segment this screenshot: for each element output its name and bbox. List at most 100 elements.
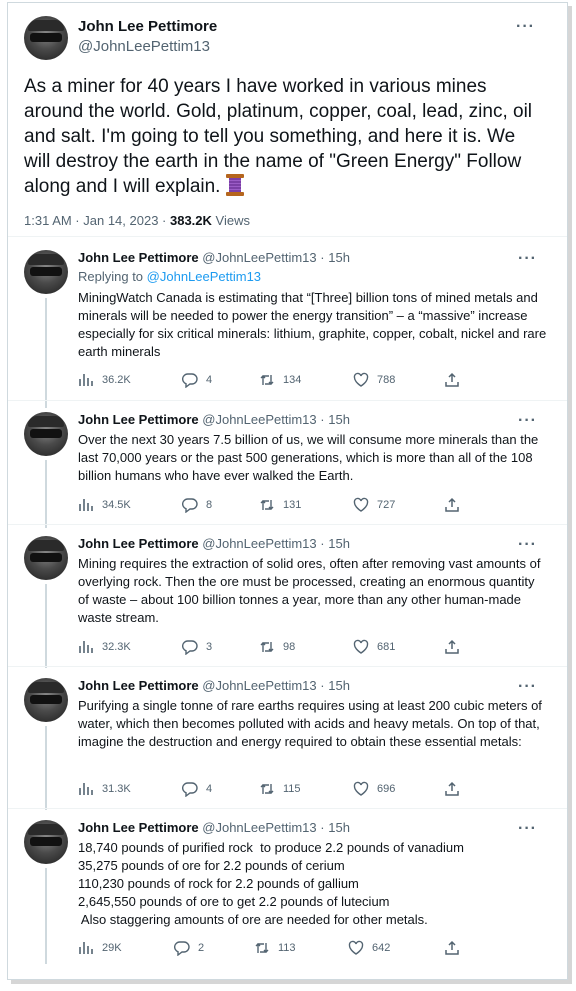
retweet-button[interactable]: 113 xyxy=(254,940,296,956)
author-name[interactable]: John Lee Pettimore xyxy=(78,412,199,427)
like-count: 642 xyxy=(372,942,391,954)
author-handle[interactable]: @JohnLeePettim13 xyxy=(202,820,316,835)
avatar[interactable] xyxy=(24,250,68,294)
like-button[interactable]: 788 xyxy=(353,372,395,388)
share-button[interactable] xyxy=(444,372,468,388)
retweet-count: 113 xyxy=(278,942,296,954)
author-handle[interactable]: @JohnLeePettim13 xyxy=(202,536,316,551)
replying-to-handle-link[interactable]: @JohnLeePettim13 xyxy=(147,269,261,284)
views-button[interactable]: 36.2K xyxy=(78,372,131,388)
heart-icon xyxy=(348,940,364,955)
thread-line xyxy=(45,584,47,668)
retweet-icon xyxy=(260,642,274,652)
avatar[interactable] xyxy=(24,536,68,580)
reply-icon xyxy=(182,498,198,513)
avatar[interactable] xyxy=(24,16,68,60)
reply-count: 3 xyxy=(206,641,213,653)
replying-to: Replying to @JohnLeePettim13 xyxy=(78,269,261,284)
more-options-icon[interactable]: ··· xyxy=(518,412,537,430)
views-button[interactable]: 34.5K xyxy=(78,497,131,513)
author-handle[interactable]: @JohnLeePettim13 xyxy=(202,412,316,427)
reply-time[interactable]: 15h xyxy=(328,250,350,265)
share-button[interactable] xyxy=(444,639,468,655)
avatar[interactable] xyxy=(24,412,68,456)
retweet-button[interactable]: 115 xyxy=(259,781,301,797)
author-name[interactable]: John Lee Pettimore xyxy=(78,18,217,35)
views-button[interactable]: 31.3K xyxy=(78,781,131,797)
analytics-icon xyxy=(79,641,93,653)
retweet-button[interactable]: 98 xyxy=(259,639,295,655)
author-name[interactable]: John Lee Pettimore xyxy=(78,678,199,693)
author-name[interactable]: John Lee Pettimore xyxy=(78,536,199,551)
retweet-icon xyxy=(260,375,274,385)
reply-time[interactable]: 15h xyxy=(328,536,350,551)
action-bar: 29K 2 113 642 xyxy=(78,940,538,958)
share-button[interactable] xyxy=(444,497,468,513)
more-options-icon[interactable]: ··· xyxy=(518,678,537,696)
avatar[interactable] xyxy=(24,820,68,864)
like-count: 727 xyxy=(377,499,396,511)
reply-button[interactable]: 4 xyxy=(182,372,212,388)
reply-header: John Lee Pettimore @JohnLeePettim13 · 15… xyxy=(78,250,350,265)
reply-text-line: 35,275 pounds of ore for 2.2 pounds of c… xyxy=(78,858,345,873)
share-button[interactable] xyxy=(444,940,468,956)
like-count: 696 xyxy=(377,783,396,795)
thread-line xyxy=(45,460,47,528)
retweet-count: 115 xyxy=(283,783,301,795)
more-options-icon[interactable]: ··· xyxy=(518,536,537,554)
separator-dot: · xyxy=(320,820,325,835)
heart-icon xyxy=(353,372,369,387)
reply-time[interactable]: 15h xyxy=(328,412,350,427)
reply-time[interactable]: 15h xyxy=(328,678,350,693)
divider xyxy=(8,808,567,809)
reply-time[interactable]: 15h xyxy=(328,820,350,835)
reply-button[interactable]: 2 xyxy=(174,940,204,956)
divider xyxy=(8,666,567,667)
author-name[interactable]: John Lee Pettimore xyxy=(78,820,199,835)
analytics-icon xyxy=(79,374,93,386)
share-icon xyxy=(445,497,459,512)
author-handle[interactable]: @JohnLeePettim13 xyxy=(202,250,316,265)
retweet-button[interactable]: 134 xyxy=(259,372,301,388)
retweet-count: 134 xyxy=(283,374,302,386)
like-button[interactable]: 727 xyxy=(353,497,395,513)
views-button[interactable]: 32.3K xyxy=(78,639,131,655)
more-options-icon[interactable]: ··· xyxy=(518,250,537,268)
retweet-button[interactable]: 131 xyxy=(259,497,301,513)
share-icon xyxy=(445,940,459,955)
views-button[interactable]: 29K xyxy=(78,940,122,956)
views-count: 31.3K xyxy=(102,783,131,795)
reply-header: John Lee Pettimore @JohnLeePettim13 · 15… xyxy=(78,412,350,427)
like-count: 681 xyxy=(377,641,396,653)
author-handle[interactable]: @JohnLeePettim13 xyxy=(78,38,210,55)
more-options-icon[interactable]: ··· xyxy=(516,18,535,36)
frame-shadow xyxy=(11,980,572,984)
reply-count: 4 xyxy=(206,374,213,386)
like-button[interactable]: 696 xyxy=(353,781,395,797)
divider xyxy=(8,236,567,237)
reply-button[interactable]: 8 xyxy=(182,497,212,513)
share-button[interactable] xyxy=(444,781,468,797)
author-handle[interactable]: @JohnLeePettim13 xyxy=(202,678,316,693)
separator-dot: · xyxy=(320,412,325,427)
retweet-icon xyxy=(255,943,269,953)
frame-shadow xyxy=(568,6,572,984)
avatar[interactable] xyxy=(24,678,68,722)
reply-button[interactable]: 3 xyxy=(182,639,212,655)
analytics-icon xyxy=(79,942,93,954)
share-icon xyxy=(445,781,459,796)
tweet-timestamp[interactable]: 1:31 AM · Jan 14, 2023 · xyxy=(24,213,170,228)
like-button[interactable]: 681 xyxy=(353,639,395,655)
reply-text: MiningWatch Canada is estimating that “[… xyxy=(78,290,547,359)
reply-button[interactable]: 4 xyxy=(182,781,212,797)
separator-dot: · xyxy=(320,678,325,693)
tweet-meta: 1:31 AM · Jan 14, 2023 · 383.2K Views xyxy=(24,213,250,228)
author-name[interactable]: John Lee Pettimore xyxy=(78,250,199,265)
views-count: 29K xyxy=(102,942,122,954)
reply-text: Purifying a single tonne of rare earths … xyxy=(78,698,542,749)
separator-dot: · xyxy=(320,250,325,265)
retweet-count: 98 xyxy=(283,641,296,653)
like-button[interactable]: 642 xyxy=(348,940,390,956)
more-options-icon[interactable]: ··· xyxy=(518,820,537,838)
thread-line xyxy=(45,868,47,964)
